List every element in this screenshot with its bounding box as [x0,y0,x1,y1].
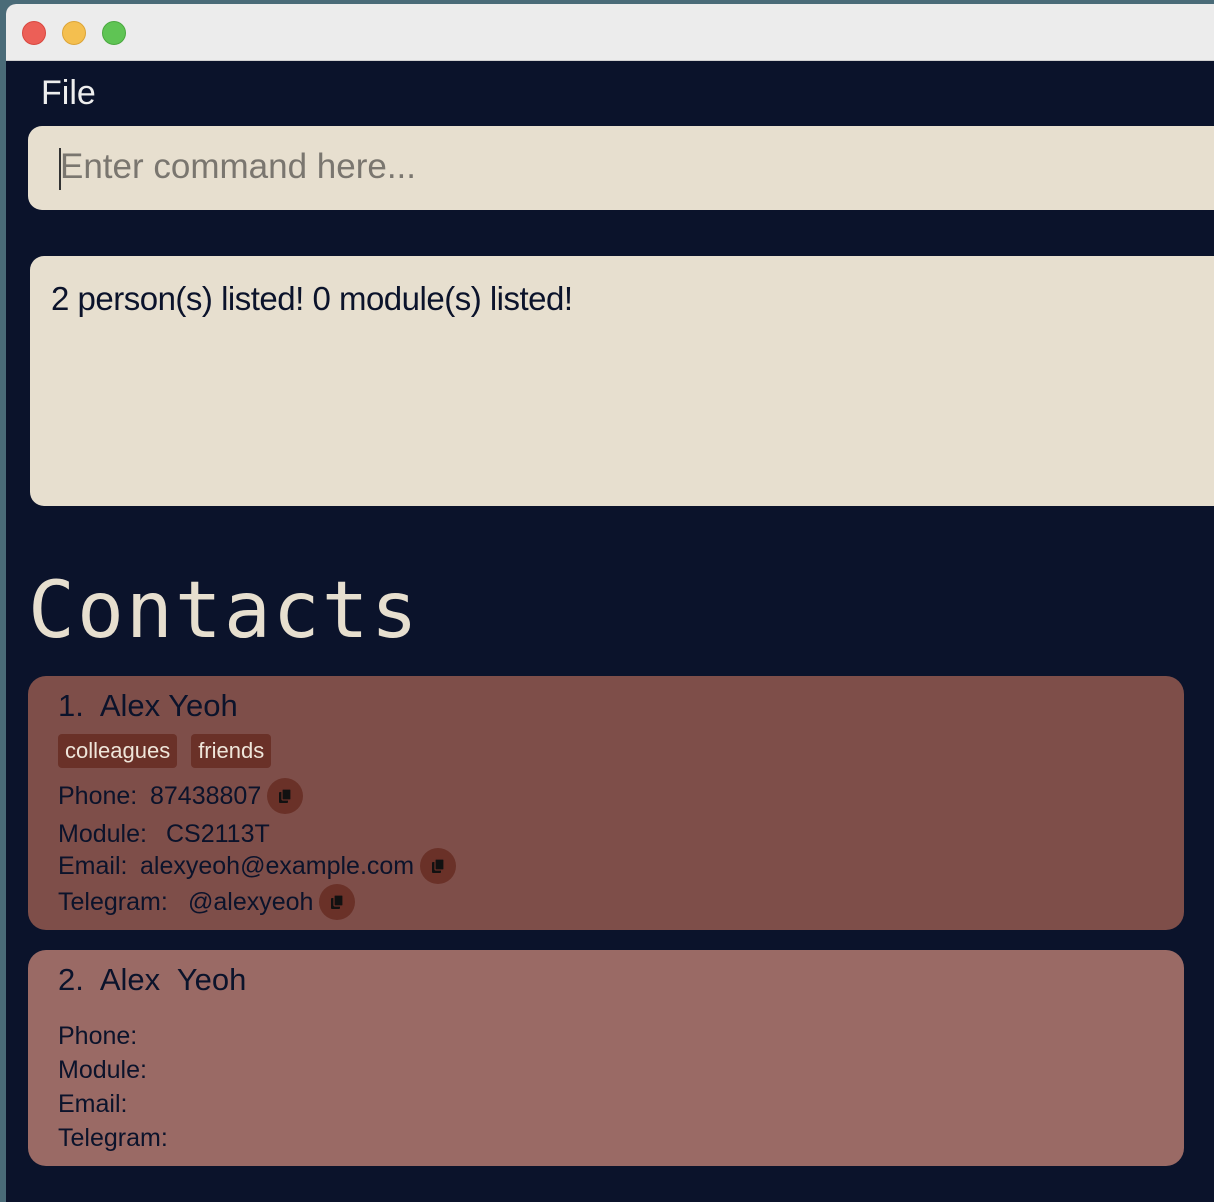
menu-file[interactable]: File [41,74,96,113]
command-box [28,126,1214,210]
copy-icon [331,894,345,909]
contact-index: 2. [58,962,84,997]
maximize-window-button[interactable] [102,21,126,45]
phone-value: 87438807 [150,781,262,810]
result-display: 2 person(s) listed! 0 module(s) listed! [30,256,1214,506]
text-caret [59,148,61,190]
contacts-heading: Contacts [28,566,420,656]
app-window: File 2 person(s) listed! 0 module(s) lis… [6,4,1214,1202]
telegram-field: Telegram: @alexyeoh [58,884,356,920]
copy-icon [432,858,445,873]
phone-label: Phone: [58,1022,138,1050]
contact-name: Alex Yeoh [99,688,238,723]
copy-email-button[interactable] [420,848,457,884]
phone-field: Phone: 87438807 [58,778,304,814]
copy-phone-button[interactable] [267,778,304,814]
contact-card[interactable]: 2. Alex Yeoh Phone: Module: Email: Telegr… [28,950,1184,1166]
telegram-label: Telegram: [58,887,168,916]
contact-index: 1. [58,688,84,723]
minimize-window-button[interactable] [62,21,86,45]
telegram-field: Telegram: [58,1124,168,1153]
email-field: Email: [58,1090,127,1119]
module-field: Module: CS2113T [58,816,270,852]
email-label: Email: [58,1090,128,1118]
telegram-value: @alexyeoh [188,887,314,916]
email-value: alexyeoh@example.com [140,851,415,880]
tag: friends [191,734,272,768]
module-field: Module: [58,1056,147,1085]
module-label: Module: [58,819,147,848]
result-text: 2 person(s) listed! 0 module(s) listed! [51,280,573,317]
phone-label: Phone: [58,781,138,810]
tag: colleagues [58,734,178,768]
close-window-button[interactable] [22,21,46,45]
tag-list: colleagues friends [58,734,272,768]
copy-telegram-button[interactable] [319,884,356,920]
email-label: Email: [58,851,128,880]
contact-title: 2. Alex Yeoh [58,962,246,998]
title-bar [6,4,1214,61]
contact-name: Alex Yeoh [99,962,247,997]
contact-title: 1. Alex Yeoh [58,688,238,724]
module-label: Module: [58,1056,147,1084]
contact-card[interactable]: 1. Alex Yeoh colleagues friends Phone: 87… [28,676,1184,930]
telegram-label: Telegram: [58,1124,168,1152]
command-input[interactable] [60,140,1160,194]
email-field: Email: alexyeoh@example.com [58,848,457,884]
module-value: CS2113T [166,819,270,848]
phone-field: Phone: [58,1022,137,1051]
copy-icon [279,788,292,803]
